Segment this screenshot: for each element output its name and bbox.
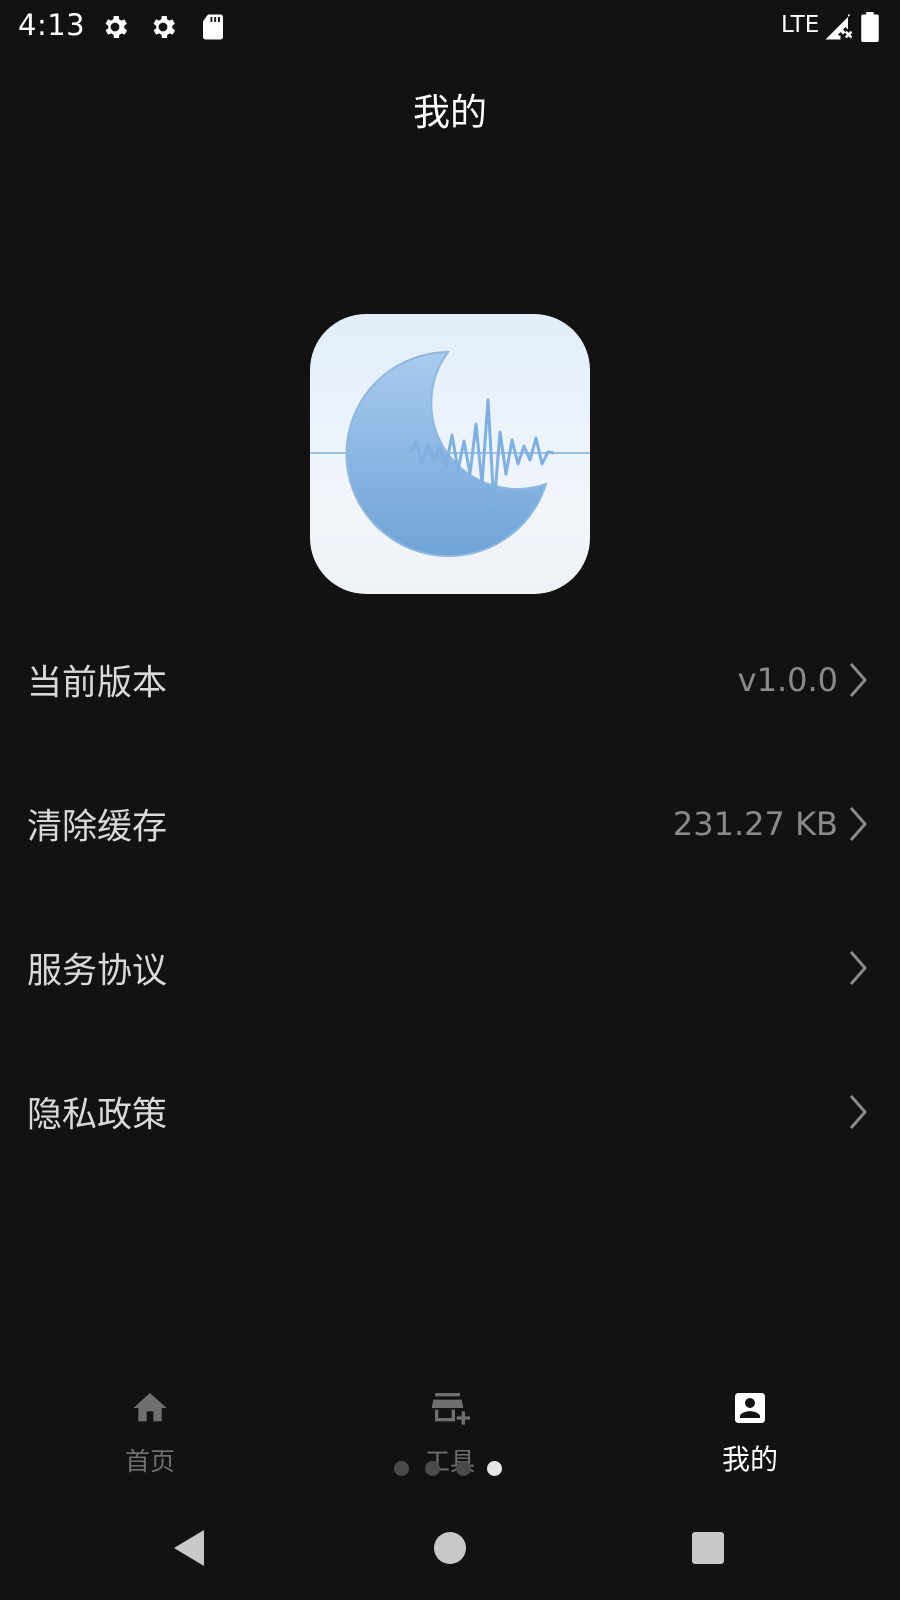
home-icon (133, 1393, 167, 1422)
page-title: 我的 (413, 91, 487, 134)
chevron-right-icon (849, 951, 867, 985)
network-type: LTE (781, 12, 820, 38)
profile-screen: 4:13 LTE 我的 当前版本 v1.0.0 清除缓存 231.27 KB 服… (0, 0, 900, 1600)
row-label: 当前版本 (27, 663, 168, 704)
app-logo (310, 314, 590, 594)
chevron-right-icon (849, 663, 867, 697)
pager-dot (456, 1461, 471, 1476)
pager-dot (394, 1461, 409, 1476)
home-circle-icon[interactable] (428, 1526, 472, 1570)
version-value: v1.0.0 (737, 661, 838, 699)
nav-item-home[interactable]: 首页 (0, 1370, 300, 1490)
current-version-row[interactable]: 当前版本 v1.0.0 (0, 608, 900, 752)
chevron-right-icon (849, 807, 867, 841)
status-time: 4:13 (18, 8, 86, 42)
settings-icon (105, 16, 128, 38)
row-label: 清除缓存 (27, 807, 168, 848)
chevron-right-icon (849, 1095, 867, 1129)
cache-size-value: 231.27 KB (672, 805, 838, 843)
pager-dot-active (487, 1461, 502, 1476)
signal-icon (825, 14, 853, 40)
status-bar: 4:13 LTE (0, 0, 900, 54)
sd-card-icon (203, 14, 223, 40)
battery-icon (861, 12, 879, 42)
settings-list: 当前版本 v1.0.0 清除缓存 231.27 KB 服务协议 隐私政策 (0, 608, 900, 1184)
settings-icon (153, 16, 176, 38)
clear-cache-row[interactable]: 清除缓存 231.27 KB (0, 752, 900, 896)
service-agreement-row[interactable]: 服务协议 (0, 896, 900, 1040)
row-label: 隐私政策 (27, 1095, 168, 1136)
system-nav-bar (0, 1500, 900, 1600)
store-add-icon (431, 1393, 470, 1425)
privacy-policy-row[interactable]: 隐私政策 (0, 1040, 900, 1184)
moon-wave-logo (310, 350, 590, 557)
account-box-icon (735, 1393, 765, 1423)
pager-indicator (394, 1461, 514, 1477)
nav-label: 首页 (124, 1447, 175, 1476)
nav-item-mine[interactable]: 我的 (600, 1370, 900, 1490)
row-label: 服务协议 (27, 951, 168, 992)
pager-dot (425, 1461, 440, 1476)
recents-icon[interactable] (686, 1526, 730, 1570)
back-icon[interactable] (168, 1526, 212, 1570)
nav-label: 我的 (721, 1443, 778, 1476)
